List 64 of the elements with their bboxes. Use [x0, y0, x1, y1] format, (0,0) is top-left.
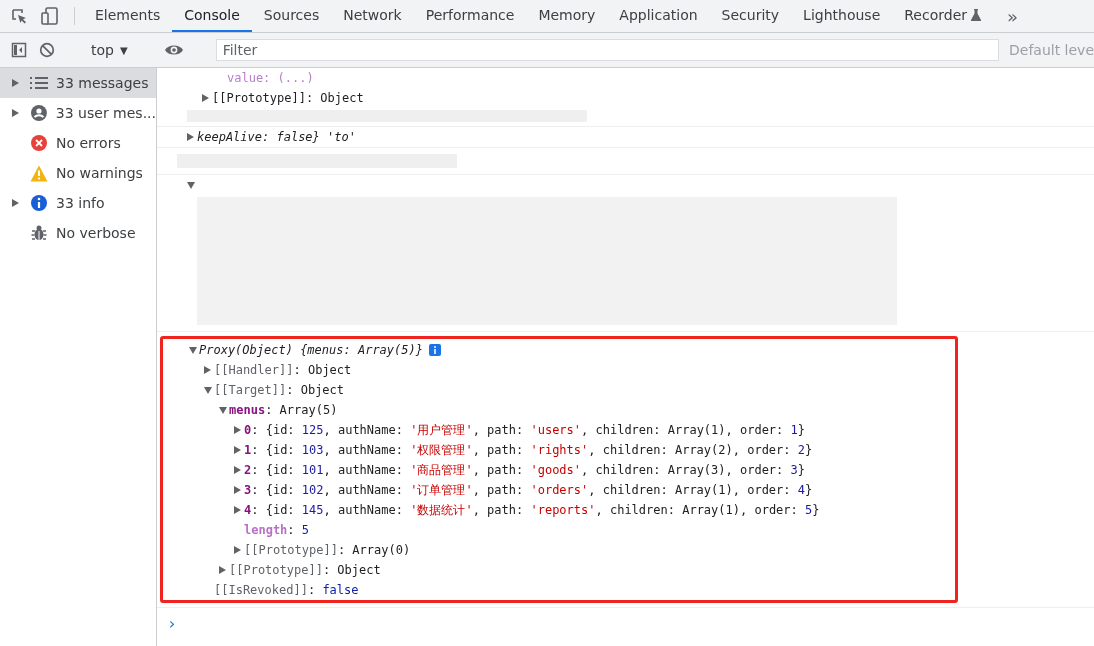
expand-arrow-icon[interactable]	[187, 133, 194, 141]
collapse-arrow-icon[interactable]	[189, 346, 197, 354]
property-line[interactable]: 4: {id: 145, authName: '数据统计', path: 'reports', children: Array(1), order: 5}	[244, 501, 820, 519]
tab[interactable]: Elements	[83, 0, 173, 32]
clear-console-icon[interactable]	[39, 42, 55, 58]
tab[interactable]: Performance	[413, 0, 527, 32]
tab[interactable]: Recorder	[892, 0, 993, 32]
expand-arrow-icon[interactable]	[234, 446, 241, 454]
property-line[interactable]: [[Handler]]: Object	[214, 363, 352, 377]
property-line[interactable]: 3: {id: 102, authName: '订单管理', path: 'orders', children: Array(1), order: 4}	[244, 481, 813, 499]
expand-arrow-icon[interactable]	[234, 426, 241, 434]
tab[interactable]: Application	[607, 0, 710, 32]
collapse-arrow-icon[interactable]	[187, 181, 195, 189]
list-icon	[30, 77, 48, 89]
filter-field[interactable]: Filter	[215, 39, 999, 61]
warning-icon	[30, 164, 48, 182]
sidebar-item[interactable]: 33 info	[0, 188, 156, 218]
more-tabs-button[interactable]: »	[993, 0, 1033, 32]
collapse-arrow-icon[interactable]	[204, 386, 212, 394]
object-summary[interactable]: Proxy(Object) {menus: Array(5)}	[199, 343, 423, 357]
sidebar-item[interactable]: No errors	[0, 128, 156, 158]
tab[interactable]: Lighthouse	[791, 0, 893, 32]
device-toggle-icon[interactable]	[40, 7, 60, 25]
property-line[interactable]: menus: Array(5)	[229, 403, 338, 417]
sidebar-item[interactable]: 33 user mes...	[0, 98, 156, 128]
eye-icon[interactable]	[163, 43, 184, 57]
property-line[interactable]: 1: {id: 103, authName: '权限管理', path: 'rights', children: Array(2), order: 2}	[244, 441, 813, 459]
property-line[interactable]: [[IsRevoked]]: false	[214, 583, 359, 597]
error-icon	[30, 134, 48, 152]
property-line[interactable]: [[Target]]: Object	[214, 383, 345, 397]
sidebar-item[interactable]: 33 messages	[0, 68, 156, 98]
sidebar-item[interactable]: No verbose	[0, 218, 156, 248]
user-icon	[29, 104, 48, 122]
inspect-icon[interactable]	[10, 7, 28, 25]
info-icon	[428, 344, 441, 356]
prompt-caret: ›	[157, 607, 1094, 633]
expand-arrow-icon[interactable]	[234, 466, 241, 474]
expand-arrow-icon[interactable]	[234, 486, 241, 494]
sidebar-item[interactable]: No warnings	[0, 158, 156, 188]
console-text: keepAlive: false} 'to'	[197, 130, 356, 144]
expand-arrow-icon[interactable]	[234, 506, 241, 514]
expand-arrow-icon[interactable]	[234, 546, 241, 554]
expand-arrow-icon[interactable]	[12, 79, 19, 87]
expand-arrow-icon[interactable]	[202, 94, 209, 102]
expand-arrow-icon[interactable]	[12, 199, 19, 207]
property-line[interactable]: [[Prototype]]: Array(0)	[244, 543, 411, 557]
property-line[interactable]: [[Prototype]]: Object	[229, 563, 381, 577]
property-line[interactable]: 2: {id: 101, authName: '商品管理', path: 'goods', children: Array(3), order: 3}	[244, 461, 805, 479]
expand-arrow-icon[interactable]	[204, 366, 211, 374]
context-dropdown[interactable]: top ▼	[87, 42, 132, 58]
info-icon	[30, 194, 48, 212]
sidebar-toggle-icon[interactable]	[11, 42, 27, 58]
property-line[interactable]: 0: {id: 125, authName: '用户管理', path: 'users', children: Array(1), order: 1}	[244, 421, 805, 439]
tab[interactable]: Security	[709, 0, 792, 32]
console-text: value: (...)	[227, 71, 314, 85]
expand-arrow-icon[interactable]	[12, 109, 19, 117]
console-text: [[Prototype]]: Object	[212, 91, 364, 105]
bug-icon	[30, 224, 48, 242]
expand-arrow-icon[interactable]	[219, 566, 226, 574]
tab[interactable]: Network	[331, 0, 414, 32]
collapse-arrow-icon[interactable]	[219, 406, 227, 414]
tab[interactable]: Sources	[251, 0, 332, 32]
property-line[interactable]: length: 5	[244, 523, 310, 537]
tab[interactable]: Memory	[526, 0, 608, 32]
